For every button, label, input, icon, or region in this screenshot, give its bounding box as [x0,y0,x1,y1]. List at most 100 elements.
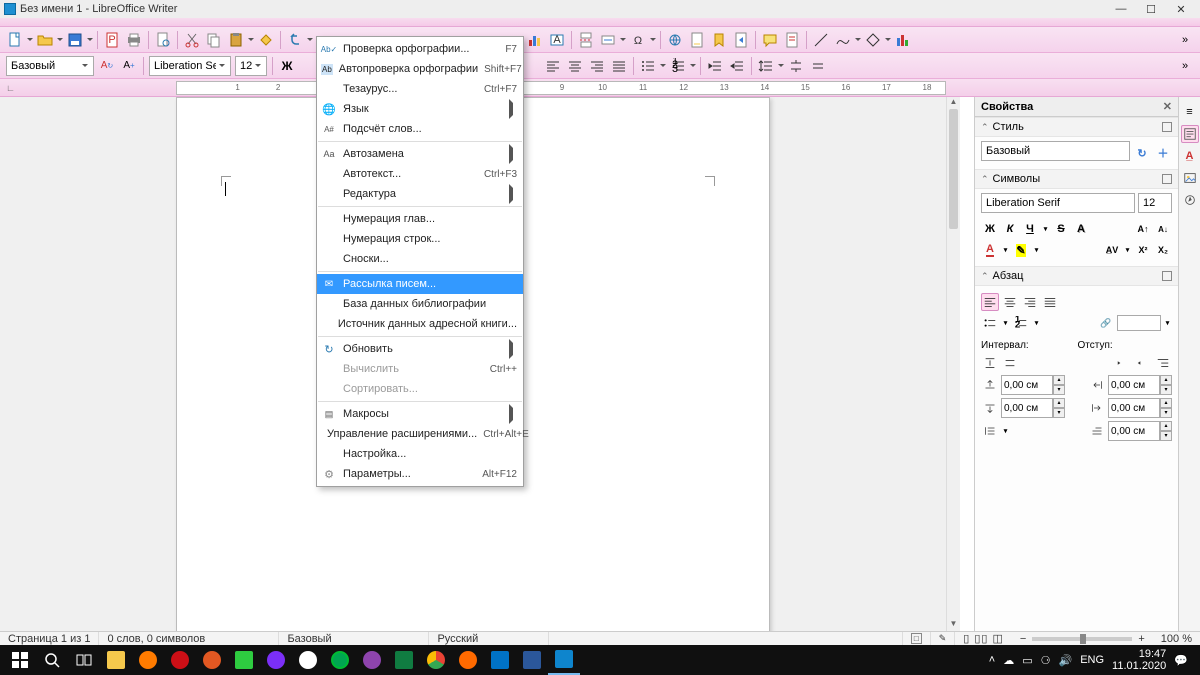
zoom-out-button[interactable]: − [1020,633,1026,645]
menu-item[interactable]: Управление расширениями...Ctrl+Alt+E [317,424,523,444]
app-icon-7[interactable] [452,645,484,675]
chrome-icon[interactable] [420,645,452,675]
menu-item[interactable]: Настройка... [317,444,523,464]
app-icon-5[interactable] [324,645,356,675]
status-selection-mode[interactable]: □ [903,632,931,645]
menu-item[interactable]: AbАвтопроверка орфографииShift+F7 [317,59,523,79]
save-dropdown[interactable] [86,35,94,44]
align-left-button[interactable] [542,55,564,77]
right-indent-icon[interactable] [1088,399,1106,417]
tray-volume-icon[interactable]: 🔊 [1059,654,1073,667]
explorer-icon[interactable] [100,645,132,675]
tray-lang[interactable]: ENG [1080,654,1104,666]
new-style-icon[interactable]: ＋ [1154,144,1172,162]
bullet-list-button[interactable] [637,55,659,77]
print-preview-button[interactable] [152,29,174,51]
paragraph-style-combo[interactable]: Базовый [6,56,94,76]
section-style-head[interactable]: Стиль [975,117,1178,137]
below-space-spin[interactable]: ▴▾ [1001,398,1065,418]
font-size-combo[interactable]: 12 [235,56,267,76]
menu-item[interactable]: Сноски... [317,249,523,269]
decrease-indent-button[interactable] [726,55,748,77]
sidebar-tab-gallery[interactable] [1181,169,1199,187]
line-spacing-button[interactable] [755,55,777,77]
search-button[interactable] [36,645,68,675]
menu-item[interactable]: ✉Рассылка писем... [317,274,523,294]
sidebar-font-combo[interactable]: Liberation Serif [981,193,1135,213]
comment-button[interactable] [759,29,781,51]
textbox-button[interactable]: A [546,29,568,51]
menu-item[interactable]: База данных библиографии [317,294,523,314]
first-line-indent-spin[interactable]: ▴▾ [1108,421,1172,441]
sidebar-style-combo[interactable]: Базовый [981,141,1130,161]
sidebar-tab-styles[interactable]: A̲ [1181,147,1199,165]
status-zoom[interactable]: 100 % [1153,632,1200,645]
menu-bar[interactable] [0,18,1200,27]
menu-item[interactable]: Автотекст...Ctrl+F3 [317,164,523,184]
increase-indent-button[interactable] [704,55,726,77]
word-icon[interactable] [516,645,548,675]
status-style[interactable]: Базовый [279,632,429,645]
indent-inc-icon[interactable] [1114,354,1132,372]
char-spacing-dropdown[interactable]: ▾ [1123,241,1132,259]
section-chars-head[interactable]: Символы [975,169,1178,189]
underline-button[interactable]: Ч [1021,220,1039,238]
underline-dropdown[interactable]: ▾ [1041,220,1050,238]
tray-battery-icon[interactable]: ▭ [1022,654,1032,667]
app-icon-6[interactable] [356,645,388,675]
hyperlink-button[interactable] [664,29,686,51]
app-icon-3[interactable] [260,645,292,675]
menu-item[interactable]: Нумерация строк... [317,229,523,249]
start-button[interactable] [4,645,36,675]
align-right-button[interactable] [1021,293,1039,311]
italic-button[interactable]: К [1001,220,1019,238]
horizontal-ruler[interactable]: 123456789101112131415161718 [176,81,946,95]
bold-button[interactable]: Ж [981,220,999,238]
number-list-button[interactable]: 123 [667,55,689,77]
menu-item[interactable]: 🌐Язык [317,99,523,119]
task-view-button[interactable] [68,645,100,675]
below-space-icon[interactable] [981,399,999,417]
update-style-button[interactable]: A↻ [96,55,118,77]
strikethrough-button[interactable]: S [1052,220,1070,238]
font-color-button[interactable]: A [981,241,999,259]
paste-button[interactable] [225,29,247,51]
menu-item[interactable]: Редактура [317,184,523,204]
curve-dropdown[interactable] [854,35,862,44]
sidebar-size-combo[interactable]: 12 [1138,193,1172,213]
font-color-dropdown[interactable]: ▾ [1001,241,1010,259]
grow-font-button[interactable]: A↑ [1134,220,1152,238]
print-button[interactable] [123,29,145,51]
menu-item[interactable]: AaАвтозамена [317,144,523,164]
menu-item[interactable]: Ab✓Проверка орфографии...F7 [317,39,523,59]
tray-notifications-icon[interactable]: 💬 [1174,654,1188,667]
shadow-button[interactable]: A [1072,220,1090,238]
clone-fmt-button[interactable] [255,29,277,51]
undo-button[interactable] [284,29,306,51]
new-doc-dropdown[interactable] [26,35,34,44]
chart-button[interactable] [524,29,546,51]
diamond-icon[interactable] [862,29,884,51]
copy-button[interactable] [203,29,225,51]
hanging-indent-icon[interactable] [1154,354,1172,372]
toolbar2-more-button[interactable]: » [1174,55,1196,77]
app-icon-1[interactable] [196,645,228,675]
para-spacing-dec-button[interactable] [807,55,829,77]
bgcolor-dropdown[interactable]: ▾ [1163,314,1172,332]
new-doc-button[interactable] [4,29,26,51]
open-dropdown[interactable] [56,35,64,44]
app-icon-4[interactable] [292,645,324,675]
sidebar-close-button[interactable]: ✕ [1163,100,1172,113]
cross-ref-button[interactable] [730,29,752,51]
shapes-dropdown[interactable] [884,35,892,44]
align-center-button[interactable] [1001,293,1019,311]
bookmark-button[interactable] [708,29,730,51]
close-button[interactable]: ✕ [1166,0,1196,18]
line-button[interactable] [810,29,832,51]
align-left-button[interactable] [981,293,999,311]
excel-icon[interactable] [388,645,420,675]
fontwork-button[interactable] [892,29,914,51]
tray-clock[interactable]: 19:47 11.01.2020 [1112,648,1166,672]
bullet-list-button[interactable] [981,314,999,332]
maximize-button[interactable]: ☐ [1136,0,1166,18]
